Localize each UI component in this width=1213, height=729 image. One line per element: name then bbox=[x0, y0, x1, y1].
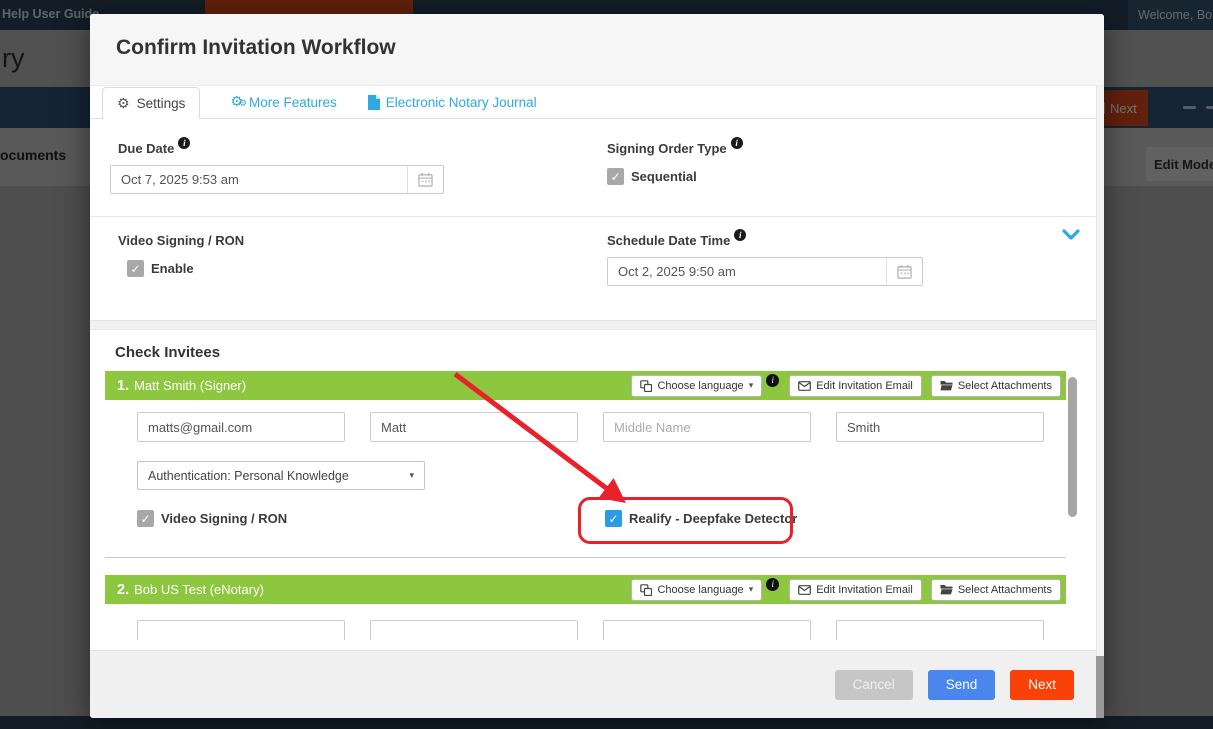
invitee-card-2: 2. Bob US Test (eNotary) Choose language… bbox=[105, 575, 1066, 640]
check-invitees-heading: Check Invitees bbox=[115, 344, 220, 361]
realify-deepfake-detector-label: Realify - Deepfake Detector bbox=[629, 511, 797, 526]
edit-invitation-email-label: Edit Invitation Email bbox=[816, 584, 913, 596]
gear-icon: ⚙ bbox=[117, 96, 130, 112]
invitee-2-middle-name-input[interactable] bbox=[603, 620, 811, 640]
folder-icon bbox=[940, 584, 953, 595]
invitee-1-number: 1. bbox=[117, 378, 129, 394]
select-attachments-label: Select Attachments bbox=[958, 380, 1052, 392]
section-divider bbox=[90, 216, 1104, 217]
check-icon: ✓ bbox=[608, 512, 618, 526]
select-attachments-button[interactable]: Select Attachments bbox=[931, 375, 1061, 397]
choose-language-label: Choose language bbox=[657, 380, 743, 392]
sequential-label: Sequential bbox=[631, 169, 697, 184]
edit-invitation-email-button[interactable]: Edit Invitation Email bbox=[789, 579, 922, 601]
select-attachments-button[interactable]: Select Attachments bbox=[931, 579, 1061, 601]
invitee-divider bbox=[105, 557, 1066, 558]
choose-language-label: Choose language bbox=[657, 584, 743, 596]
invitee-1-video-signing-checkbox[interactable]: ✓ bbox=[137, 510, 154, 527]
due-date-label: Due Date i bbox=[118, 141, 190, 156]
choose-language-dropdown[interactable]: Choose language ▾ bbox=[631, 375, 762, 397]
chevron-down-icon bbox=[1062, 228, 1080, 242]
video-signing-ron-label: Video Signing / RON bbox=[118, 233, 244, 248]
screen: Help User Guide Welcome, Bob ry Next ocu… bbox=[0, 0, 1213, 729]
invitee-2-last-name-input[interactable] bbox=[836, 620, 1044, 640]
select-attachments-label: Select Attachments bbox=[958, 584, 1052, 596]
tab-settings[interactable]: ⚙ Settings bbox=[102, 87, 200, 119]
check-icon: ✓ bbox=[140, 512, 150, 526]
collapse-section-button[interactable] bbox=[1062, 228, 1080, 247]
enable-label: Enable bbox=[151, 261, 194, 276]
send-button[interactable]: Send bbox=[928, 670, 996, 700]
caret-down-icon: ▾ bbox=[749, 381, 754, 391]
envelope-icon bbox=[798, 381, 811, 391]
enable-checkbox[interactable]: ✓ bbox=[127, 260, 144, 277]
info-icon[interactable]: i bbox=[178, 137, 190, 149]
schedule-input-group bbox=[607, 257, 923, 286]
tab-settings-label: Settings bbox=[137, 96, 186, 111]
authentication-value: Authentication: Personal Knowledge bbox=[148, 469, 349, 483]
authentication-select[interactable]: Authentication: Personal Knowledge ▾ bbox=[137, 461, 425, 490]
language-icon bbox=[640, 380, 652, 392]
modal-tab-bar: ⚙ Settings ⚙⚙ More Features Electronic N… bbox=[90, 86, 1104, 119]
schedule-date-input[interactable] bbox=[608, 258, 886, 285]
invitee-1-video-signing-label: Video Signing / RON bbox=[161, 511, 287, 526]
info-icon[interactable]: i bbox=[766, 374, 779, 387]
info-icon[interactable]: i bbox=[731, 137, 743, 149]
modal-footer: Cancel Send Next bbox=[90, 650, 1104, 718]
invitee-1-name: Matt Smith (Signer) bbox=[134, 378, 246, 393]
invitee-2-header: 2. Bob US Test (eNotary) Choose language… bbox=[105, 575, 1066, 604]
edit-invitation-email-button[interactable]: Edit Invitation Email bbox=[789, 375, 922, 397]
gears-icon: ⚙⚙ bbox=[230, 94, 243, 110]
invitee-card-1: 1. Matt Smith (Signer) Choose language ▾… bbox=[105, 371, 1066, 557]
invitee-2-first-name-input[interactable] bbox=[370, 620, 578, 640]
invitee-scrollbar-thumb[interactable] bbox=[1068, 377, 1077, 517]
folder-icon bbox=[940, 380, 953, 391]
realify-deepfake-detector-checkbox[interactable]: ✓ bbox=[605, 510, 622, 527]
next-button[interactable]: Next bbox=[1010, 670, 1074, 700]
invitee-1-email-input[interactable] bbox=[137, 412, 345, 442]
due-date-input-group bbox=[110, 165, 444, 194]
tab-more-features[interactable]: ⚙⚙ More Features bbox=[230, 86, 336, 118]
invitee-1-first-name-input[interactable] bbox=[370, 412, 578, 442]
language-icon bbox=[640, 584, 652, 596]
caret-down-icon: ▾ bbox=[409, 471, 414, 481]
due-date-calendar-button[interactable] bbox=[407, 166, 443, 193]
schedule-date-time-label: Schedule Date Time i bbox=[607, 233, 746, 248]
invitee-1-middle-name-input[interactable] bbox=[603, 412, 811, 442]
caret-down-icon: ▾ bbox=[749, 585, 754, 595]
document-icon bbox=[367, 95, 380, 110]
tab-enj-label: Electronic Notary Journal bbox=[386, 95, 537, 110]
check-icon: ✓ bbox=[610, 170, 620, 184]
signing-order-type-label: Signing Order Type i bbox=[607, 141, 743, 156]
calendar-icon bbox=[418, 172, 433, 187]
invitee-2-email-input[interactable] bbox=[137, 620, 345, 640]
invitee-1-header: 1. Matt Smith (Signer) Choose language ▾… bbox=[105, 371, 1066, 400]
modal-scrollbar-track[interactable] bbox=[1096, 86, 1104, 718]
invitee-1-last-name-input[interactable] bbox=[836, 412, 1044, 442]
modal-scrollbar-thumb[interactable] bbox=[1096, 656, 1104, 718]
calendar-icon bbox=[897, 264, 912, 279]
due-date-input[interactable] bbox=[111, 166, 407, 193]
info-icon[interactable]: i bbox=[766, 578, 779, 591]
check-icon: ✓ bbox=[130, 262, 140, 276]
tab-more-features-label: More Features bbox=[249, 95, 337, 110]
confirm-invitation-workflow-modal: Confirm Invitation Workflow ⚙ Settings ⚙… bbox=[90, 14, 1104, 718]
info-icon[interactable]: i bbox=[734, 229, 746, 241]
invitee-2-name: Bob US Test (eNotary) bbox=[134, 582, 264, 597]
invitee-scroll-area: 1. Matt Smith (Signer) Choose language ▾… bbox=[105, 370, 1081, 640]
envelope-icon bbox=[798, 585, 811, 595]
tab-electronic-notary-journal[interactable]: Electronic Notary Journal bbox=[367, 86, 537, 118]
section-separator-band bbox=[90, 320, 1104, 330]
choose-language-dropdown[interactable]: Choose language ▾ bbox=[631, 579, 762, 601]
sequential-checkbox[interactable]: ✓ bbox=[607, 168, 624, 185]
modal-title: Confirm Invitation Workflow bbox=[116, 36, 396, 60]
cancel-button[interactable]: Cancel bbox=[835, 670, 913, 700]
schedule-calendar-button[interactable] bbox=[886, 258, 922, 285]
invitee-2-number: 2. bbox=[117, 582, 129, 598]
edit-invitation-email-label: Edit Invitation Email bbox=[816, 380, 913, 392]
